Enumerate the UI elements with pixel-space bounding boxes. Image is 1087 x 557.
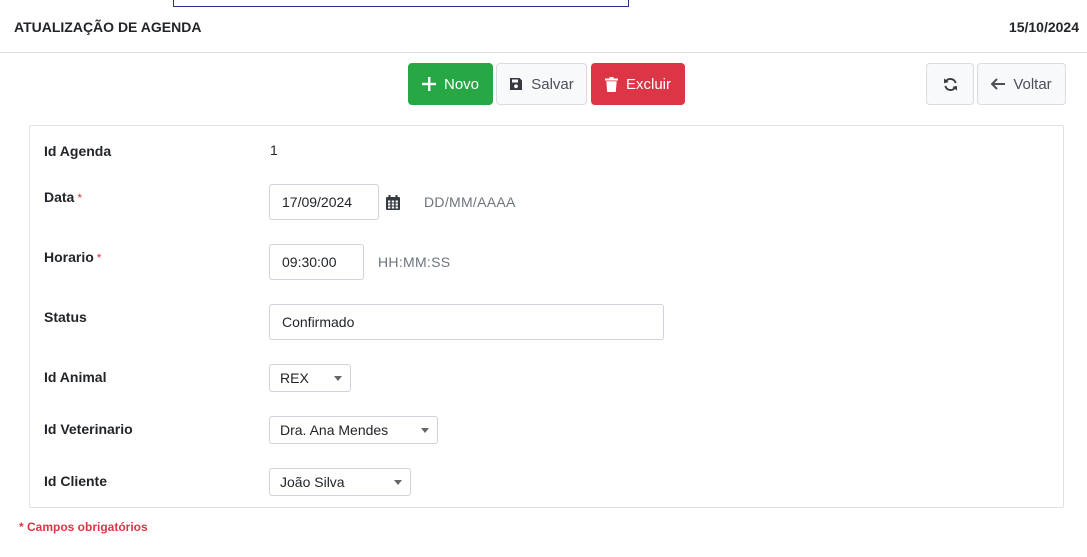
status-label: Status bbox=[44, 309, 87, 325]
data-input[interactable]: 17/09/2024 bbox=[269, 184, 379, 220]
id-animal-label: Id Animal bbox=[44, 369, 107, 385]
novo-button-label: Novo bbox=[443, 75, 480, 93]
salvar-button[interactable]: Salvar bbox=[496, 63, 587, 105]
header-date: 15/10/2024 bbox=[1008, 19, 1079, 35]
chevron-down-icon bbox=[421, 428, 429, 433]
id-animal-select[interactable]: REX bbox=[269, 364, 351, 392]
plus-icon bbox=[421, 77, 436, 91]
id-agenda-value: 1 bbox=[270, 142, 278, 158]
voltar-button-label: Voltar bbox=[1013, 75, 1052, 93]
save-icon bbox=[510, 78, 523, 90]
required-mark: * bbox=[96, 251, 102, 265]
calendar-icon[interactable] bbox=[386, 195, 400, 210]
horario-format-hint: HH:MM:SS bbox=[378, 254, 451, 270]
status-input[interactable]: Confirmado bbox=[269, 304, 664, 340]
chevron-down-icon bbox=[394, 480, 402, 485]
excluir-button-label: Excluir bbox=[625, 75, 671, 93]
refresh-button[interactable] bbox=[926, 63, 974, 105]
required-fields-note: * Campos obrigatórios bbox=[19, 520, 148, 534]
novo-button[interactable]: Novo bbox=[408, 63, 493, 105]
page-title: ATUALIZAÇÃO DE AGENDA bbox=[14, 19, 202, 35]
id-veterinario-select[interactable]: Dra. Ana Mendes bbox=[269, 416, 438, 444]
id-agenda-label: Id Agenda bbox=[44, 143, 112, 159]
voltar-button[interactable]: Voltar bbox=[977, 63, 1066, 105]
horario-label: Horario * bbox=[44, 249, 102, 265]
id-cliente-label: Id Cliente bbox=[44, 473, 108, 489]
required-mark: * bbox=[77, 191, 83, 205]
page-header: ATUALIZAÇÃO DE AGENDA 15/10/2024 bbox=[0, 0, 1087, 53]
trash-icon bbox=[604, 76, 618, 92]
data-format-hint: DD/MM/AAAA bbox=[424, 194, 516, 210]
id-veterinario-label: Id Veterinario bbox=[44, 421, 133, 437]
id-cliente-select[interactable]: João Silva bbox=[269, 468, 411, 496]
chevron-down-icon bbox=[334, 376, 342, 381]
horario-input[interactable]: 09:30:00 bbox=[269, 244, 364, 280]
refresh-icon bbox=[943, 77, 957, 91]
arrow-left-icon bbox=[991, 78, 1006, 90]
salvar-button-label: Salvar bbox=[531, 75, 574, 93]
excluir-button[interactable]: Excluir bbox=[591, 63, 685, 105]
data-label: Data * bbox=[44, 189, 83, 205]
